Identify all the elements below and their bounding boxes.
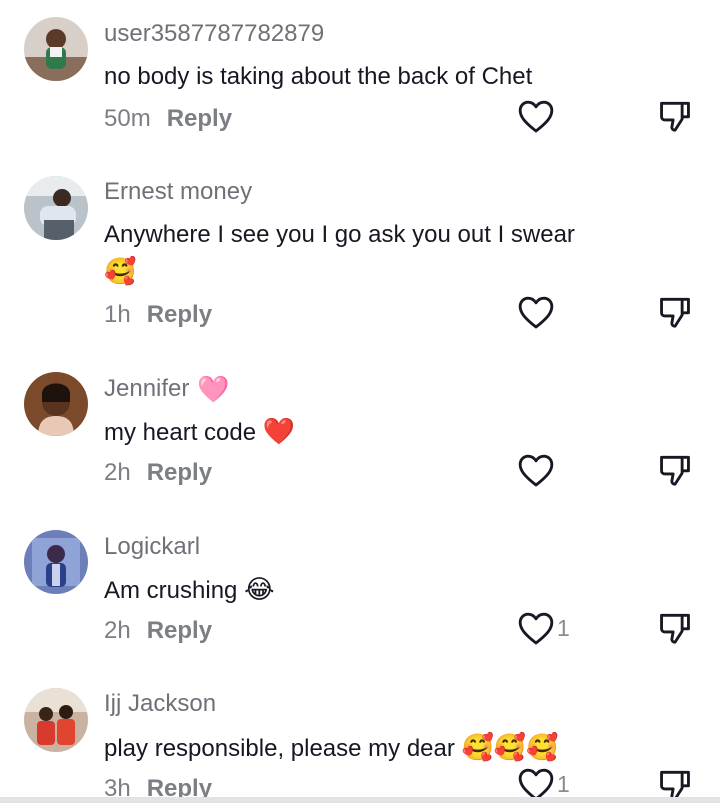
comment-emoji: 😂 bbox=[244, 574, 275, 604]
thumbs-down-icon bbox=[660, 297, 690, 328]
like-button[interactable] bbox=[517, 96, 577, 136]
like-button[interactable] bbox=[517, 292, 577, 332]
reply-button[interactable]: Reply bbox=[147, 301, 212, 328]
comment-text: my heart code ❤️ bbox=[104, 413, 644, 451]
comment-username[interactable]: user3587787782879 bbox=[104, 20, 324, 48]
comment-username[interactable]: Logickarl bbox=[104, 533, 200, 561]
comment-emoji: 🥰🥰🥰 bbox=[461, 732, 559, 762]
avatar[interactable] bbox=[24, 17, 88, 81]
dislike-button[interactable] bbox=[656, 293, 696, 333]
avatar[interactable] bbox=[24, 176, 88, 240]
thumbs-down-icon bbox=[660, 101, 690, 132]
comment-text: play responsible, please my dear 🥰🥰🥰 bbox=[104, 729, 644, 767]
comment-username[interactable]: Ijj Jackson bbox=[104, 690, 216, 718]
like-count: 1 bbox=[557, 614, 570, 641]
comment-time: 50m bbox=[104, 105, 151, 132]
thumbs-down-icon bbox=[660, 455, 690, 486]
avatar[interactable] bbox=[24, 688, 88, 752]
dislike-button[interactable] bbox=[656, 451, 696, 491]
comment-time: 2h bbox=[104, 617, 131, 644]
comment-time: 2h bbox=[104, 459, 131, 486]
comment-meta: 1h Reply bbox=[104, 301, 212, 329]
dislike-button[interactable] bbox=[656, 609, 696, 649]
reply-button[interactable]: Reply bbox=[147, 459, 212, 486]
comment-username[interactable]: Ernest money bbox=[104, 178, 252, 206]
comment-meta: 2h Reply bbox=[104, 459, 212, 487]
comment-text: Am crushing 😂 bbox=[104, 571, 644, 609]
comment-time: 1h bbox=[104, 301, 131, 328]
like-button[interactable] bbox=[517, 450, 577, 490]
dislike-button[interactable] bbox=[656, 97, 696, 137]
like-count: 1 bbox=[557, 770, 570, 797]
comment-text: Anywhere I see you I go ask you out I sw… bbox=[104, 217, 644, 291]
comment-username[interactable]: Jennifer 🩷 bbox=[104, 374, 230, 405]
username-text: Jennifer bbox=[104, 375, 190, 402]
reply-button[interactable]: Reply bbox=[167, 105, 232, 132]
comment-emoji: ❤️ bbox=[262, 416, 296, 446]
heart-outline-icon bbox=[518, 612, 554, 645]
reply-button[interactable]: Reply bbox=[147, 617, 212, 644]
thumbs-down-icon bbox=[660, 613, 690, 644]
comment-text-body: Anywhere I see you I go ask you out I sw… bbox=[104, 221, 575, 248]
username-emoji: 🩷 bbox=[197, 374, 230, 404]
bottom-divider bbox=[0, 797, 720, 803]
comment-emoji: 🥰 bbox=[104, 256, 137, 286]
avatar[interactable] bbox=[24, 530, 88, 594]
comment-text-body: Am crushing bbox=[104, 577, 238, 604]
avatar[interactable] bbox=[24, 372, 88, 436]
comment-text-body: play responsible, please my dear bbox=[104, 735, 455, 762]
comment-text: no body is taking about the back of Chet bbox=[104, 59, 644, 95]
comment-meta: 50m Reply bbox=[104, 105, 232, 133]
comment-meta: 2h Reply bbox=[104, 617, 212, 645]
heart-outline-icon bbox=[518, 296, 554, 329]
comment-text-body: no body is taking about the back of Chet bbox=[104, 63, 533, 90]
heart-outline-icon bbox=[518, 100, 554, 133]
heart-outline-icon bbox=[518, 454, 554, 487]
like-button[interactable]: 1 bbox=[517, 608, 577, 648]
comment-text-body: my heart code bbox=[104, 419, 257, 446]
